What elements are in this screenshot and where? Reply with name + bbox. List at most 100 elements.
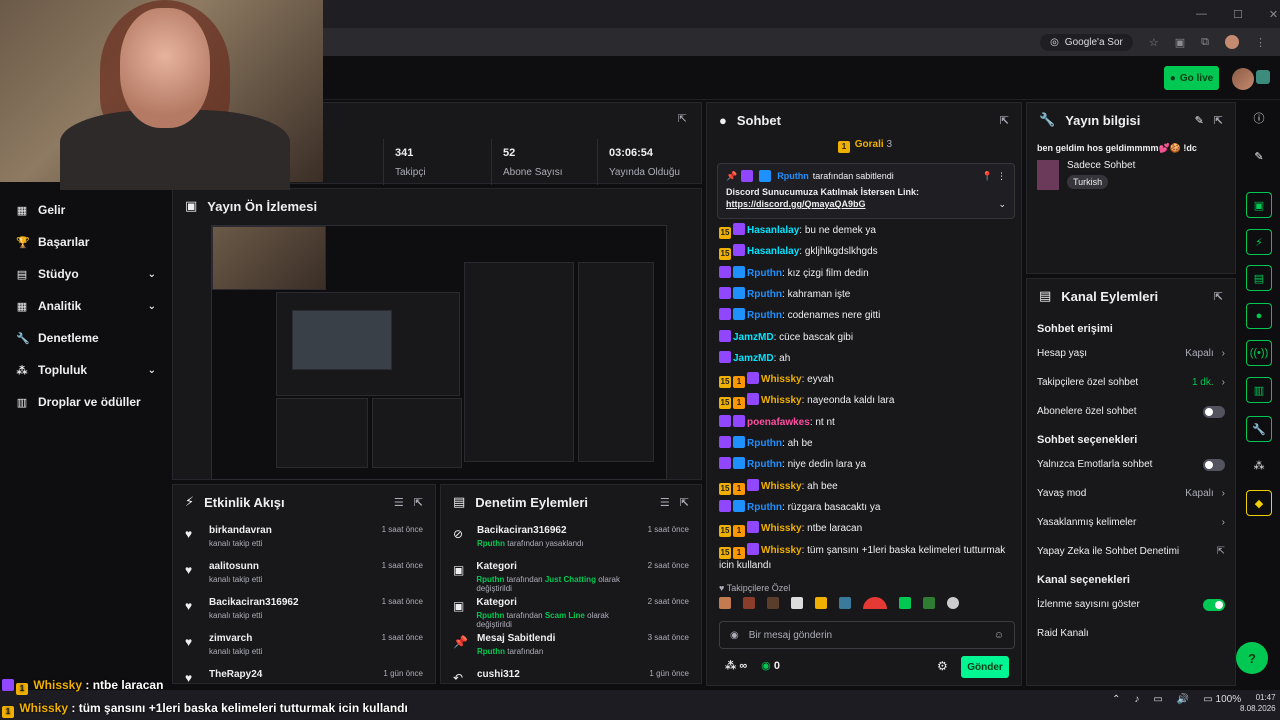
raid-row[interactable]: Raid Kanalı xyxy=(1027,619,1235,648)
chat-message[interactable]: Rputhn: kız çizgi film dedin xyxy=(719,265,1011,281)
help-button[interactable]: ? xyxy=(1236,642,1268,674)
activity-row[interactable]: ♥ zimvarch kanalı takip etti 1 saat önce xyxy=(173,627,435,663)
emote-only-row[interactable]: Yalnızca Emotlarla sohbet xyxy=(1027,450,1235,479)
crown-emote-icon[interactable] xyxy=(815,597,827,609)
activity-row[interactable]: ♥ birkandavran kanalı takip etti 1 saat önc… xyxy=(173,519,435,555)
chat-username[interactable]: Hasanlalay xyxy=(747,246,799,257)
mod-toggle-icon[interactable]: ▥ xyxy=(1246,377,1272,403)
taskbar-clock[interactable]: 01:47 8.08.2026 xyxy=(1240,692,1276,714)
sidebar-item-4[interactable]: 🔧 Denetleme xyxy=(0,322,172,354)
sidebar-item-2[interactable]: ▤ Stüdyo ⌄ xyxy=(0,258,172,290)
chat-message[interactable]: 15 Hasanlalay: gkljhlkgdslkhgds xyxy=(719,244,1011,261)
chat-message[interactable]: 15 Hasanlalay: bu ne demek ya xyxy=(719,223,1011,239)
profile-avatar[interactable] xyxy=(1225,35,1239,49)
mod-action-row[interactable]: ⊘ Bacikaciran316962 Rputhn tarafından yasa… xyxy=(441,519,701,555)
volume-icon[interactable]: 🔊 xyxy=(1177,694,1189,705)
google-ask-button[interactable]: ◎ Google'a Sor xyxy=(1040,33,1133,51)
extensions-icon[interactable]: ▣ xyxy=(1175,36,1185,49)
pinned-message[interactable]: 📌 Rputhn tarafından sabitlendi 📍 ⋮ Disco… xyxy=(717,163,1015,219)
points-icon[interactable]: ⁂ ∞ xyxy=(725,659,747,672)
chat-username[interactable]: Rputhn xyxy=(747,502,782,513)
emote-icon[interactable] xyxy=(923,597,935,609)
chat-username[interactable]: JamzMD xyxy=(733,332,774,343)
drops-toggle-icon[interactable]: ◆ xyxy=(1246,490,1272,516)
filter-icon[interactable]: ☰ xyxy=(660,496,670,509)
lightning-toggle-icon[interactable]: ⚡ xyxy=(1246,229,1272,255)
emote-icon[interactable] xyxy=(839,597,851,609)
chat-username[interactable]: Whissky xyxy=(761,523,802,534)
emote-icon[interactable] xyxy=(947,597,959,609)
emote-icon[interactable] xyxy=(767,597,779,609)
tray-chevron-icon[interactable]: ⌃ xyxy=(1112,694,1120,705)
viewer-count-row[interactable]: İzlenme sayısını göster xyxy=(1027,590,1235,619)
chat-message[interactable]: Rputhn: ah be xyxy=(719,436,1011,451)
chat-message[interactable]: Rputhn: niye dedin lara ya xyxy=(719,457,1011,472)
subs-chat-row[interactable]: Abonelere özel sohbet xyxy=(1027,397,1235,426)
settings-gear-icon[interactable]: ⚙ xyxy=(937,659,948,673)
mod-action-row[interactable]: ▣ Kategori Rputhn tarafından Just Chatting… xyxy=(441,555,701,593)
chat-message[interactable]: 15 1 Whissky: ntbe laracan xyxy=(719,521,1011,538)
filter-icon[interactable]: ☰ xyxy=(394,496,404,509)
minimize-icon[interactable]: — xyxy=(1196,8,1207,21)
emote-only-toggle[interactable] xyxy=(1203,458,1225,471)
chat-message[interactable]: 15 1 Whissky: nayeonda kaldı lara xyxy=(719,393,1011,410)
pencil-icon[interactable]: ✎ xyxy=(1246,143,1272,169)
notes-toggle-icon[interactable]: ▤ xyxy=(1246,265,1272,291)
popout-icon[interactable]: ⇱ xyxy=(1214,114,1223,127)
user-avatar[interactable] xyxy=(1232,68,1254,90)
close-icon[interactable]: ✕ xyxy=(1269,8,1278,21)
gauge-emote-icon[interactable] xyxy=(863,597,887,609)
chat-toggle-icon[interactable]: ● xyxy=(1246,303,1272,329)
wrench-toggle-icon[interactable]: 🔧 xyxy=(1246,416,1272,442)
mic-icon[interactable]: ♪ xyxy=(1134,694,1139,705)
network-icon[interactable]: ▭ xyxy=(1153,694,1162,705)
edit-pencil-icon[interactable]: ✎ xyxy=(1195,114,1204,127)
chat-message[interactable]: Rputhn: rüzgara basacaktı ya xyxy=(719,499,1011,515)
preview-toggle-icon[interactable]: ▣ xyxy=(1246,192,1272,218)
broadcast-toggle-icon[interactable]: ((•)) xyxy=(1246,340,1272,366)
maximize-icon[interactable]: ☐ xyxy=(1233,8,1243,21)
popout-icon[interactable]: ⇱ xyxy=(1214,290,1223,303)
banned-words-row[interactable]: Yasaklanmış kelimeler › xyxy=(1027,508,1235,537)
chat-username[interactable]: JamzMD xyxy=(733,353,774,364)
emote-icon[interactable] xyxy=(899,597,911,609)
menu-dots-icon[interactable]: ⋮ xyxy=(1255,36,1266,49)
top-gifter[interactable]: 1 Gorali 3 xyxy=(707,139,1023,153)
popout-icon[interactable]: ⇱ xyxy=(414,496,423,509)
emoji-icon[interactable]: ☺ xyxy=(994,630,1004,641)
mod-action-row[interactable]: ▣ Kategori Rputhn tarafından Scam Line ola… xyxy=(441,591,701,629)
slow-mode-row[interactable]: Yavaş mod Kapalı › xyxy=(1027,479,1235,508)
account-switch-icon[interactable] xyxy=(1256,70,1270,84)
chat-message[interactable]: Rputhn: kahraman işte xyxy=(719,286,1011,302)
battery-icon[interactable]: ▭ 100% xyxy=(1203,694,1241,705)
ai-moderation-row[interactable]: Yapay Zeka ile Sohbet Denetimi ⇱ xyxy=(1027,537,1235,566)
star-icon[interactable]: ☆ xyxy=(1149,36,1159,49)
sidebar-item-3[interactable]: ▦ Analitik ⌄ xyxy=(0,290,172,322)
chevron-down-icon[interactable]: ⌄ xyxy=(148,365,156,376)
kick-coin-icon[interactable]: ◉ 0 xyxy=(761,659,780,672)
emote-icon[interactable] xyxy=(791,597,803,609)
puzzle-icon[interactable]: ⧉ xyxy=(1201,36,1209,49)
chat-message[interactable]: Rputhn: codenames nere gitti xyxy=(719,308,1011,323)
sidebar-item-0[interactable]: ▦ Gelir xyxy=(0,194,172,226)
sidebar-item-1[interactable]: 🏆 Başarılar xyxy=(0,226,172,258)
popout-icon[interactable]: ⇱ xyxy=(680,496,689,509)
popout-icon[interactable]: ⇱ xyxy=(1000,114,1009,127)
chat-message[interactable]: JamzMD: cüce bascak gibi xyxy=(719,329,1011,345)
activity-row[interactable]: ♥ Bacikaciran316962 kanalı takip etti 1 saa… xyxy=(173,591,435,627)
chat-message[interactable]: 15 1 Whissky: ah bee xyxy=(719,478,1011,495)
popout-icon[interactable]: ⇱ xyxy=(678,112,687,125)
chat-message[interactable]: JamzMD: ah xyxy=(719,350,1011,366)
sidebar-item-6[interactable]: ▥ Droplar ve ödüller xyxy=(0,386,172,418)
community-icon[interactable]: ⁂ xyxy=(1246,452,1272,478)
chat-input[interactable]: ◉ Bir mesaj gönderin ☺ xyxy=(719,621,1015,649)
sidebar-item-5[interactable]: ⁂ Topluluk ⌄ xyxy=(0,354,172,386)
chevron-down-icon[interactable]: ⌄ xyxy=(148,269,156,280)
pinned-link[interactable]: https://discord.gg/QmayaQA9bG xyxy=(726,199,866,210)
chat-username[interactable]: Whissky xyxy=(761,374,802,385)
chat-message[interactable]: 15 1 Whissky: eyvah xyxy=(719,372,1011,389)
chat-username[interactable]: Rputhn xyxy=(747,268,782,279)
activity-row[interactable]: ♥ aalitosunn kanalı takip etti 1 saat önce xyxy=(173,555,435,591)
chat-username[interactable]: Whissky xyxy=(761,545,802,556)
more-icon[interactable]: ⋮ xyxy=(997,171,1006,182)
